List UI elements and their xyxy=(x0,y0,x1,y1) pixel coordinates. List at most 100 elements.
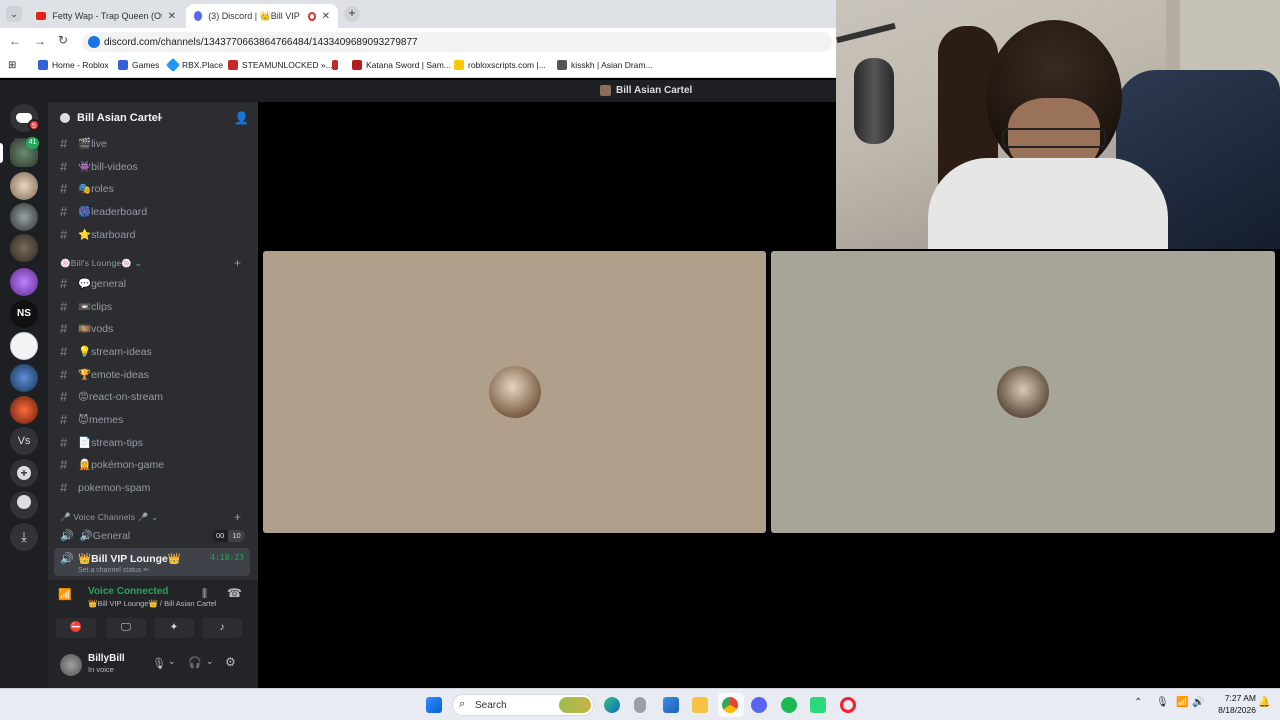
channel-react-on-stream[interactable]: # 😡 react-on-stream xyxy=(60,389,163,404)
close-icon[interactable]: ✕ xyxy=(168,11,176,22)
noise-suppression-icon[interactable]: ⫼ xyxy=(202,588,207,601)
channel-stream-ideas[interactable]: # 💡 stream-ideas xyxy=(60,344,152,359)
discover-button[interactable] xyxy=(10,491,38,519)
avatar[interactable] xyxy=(60,654,82,676)
guild-avatar-4[interactable] xyxy=(10,234,38,262)
tab-discord[interactable]: (3) Discord | 👑Bill VIP Loun ✕ xyxy=(186,4,338,28)
site-info-icon[interactable] xyxy=(88,36,100,48)
create-channel-plus-icon[interactable]: + xyxy=(234,256,241,270)
guild-bill-asian-cartel[interactable]: 41 xyxy=(10,137,39,167)
guild-avatar-5[interactable] xyxy=(10,268,38,296)
bookmark-rbx-place[interactable]: RBX.Place xyxy=(165,57,223,73)
username[interactable]: BillyBill xyxy=(88,653,125,664)
bookmark-blank[interactable] xyxy=(332,60,338,70)
participant-tile-1[interactable] xyxy=(263,251,766,533)
bookmark-kisskh[interactable]: kisskh | Asian Dram... xyxy=(557,60,653,70)
volume-icon[interactable]: 🔊 xyxy=(1192,697,1204,708)
spotify-icon[interactable] xyxy=(781,697,797,713)
guild-avatar-7[interactable] xyxy=(10,332,38,360)
bookmark-robloxscripts[interactable]: robloxscripts.com |... xyxy=(454,60,546,70)
tab-search-button[interactable]: ⌄ xyxy=(6,6,22,22)
hash-icon: # xyxy=(60,389,68,404)
windows-start-icon[interactable] xyxy=(426,697,442,713)
guild-avatar-3[interactable] xyxy=(10,203,38,231)
settings-gear-icon[interactable]: ⚙ xyxy=(225,655,236,669)
microphone-tray-icon[interactable]: 🎙 xyxy=(1156,697,1169,708)
forward-arrow-icon[interactable]: → xyxy=(34,34,46,48)
guild-avatar-9[interactable] xyxy=(10,396,38,424)
chevron-down-icon[interactable]: ⌄ xyxy=(168,656,176,667)
show-hidden-icons-chevron[interactable]: ⌃ xyxy=(1134,697,1142,708)
clock-date[interactable]: 8/18/2026 xyxy=(1210,705,1256,715)
add-server-button[interactable]: + xyxy=(10,459,38,487)
close-icon[interactable]: ✕ xyxy=(322,11,330,22)
taskbar-search-box[interactable]: ⌕ Search xyxy=(452,694,594,716)
new-tab-button[interactable]: + xyxy=(344,6,360,22)
bookmark-steamunlocked[interactable]: STEAMUNLOCKED »... xyxy=(228,60,333,70)
wifi-icon[interactable]: 📶 xyxy=(1176,697,1188,708)
voice-channel-vip-lounge[interactable]: 🔊 👑Bill VIP Lounge👑 4:18:23 Set a channe… xyxy=(54,548,250,576)
soundboard-button[interactable]: ♪ xyxy=(202,618,242,638)
hash-icon: # xyxy=(60,299,68,314)
url-field[interactable]: discord.com/channels/1343770663864766484… xyxy=(82,32,832,52)
signal-icon[interactable]: 📶 xyxy=(58,588,72,601)
create-voice-channel-plus-icon[interactable]: + xyxy=(234,510,241,524)
channel-general[interactable]: # 💬 general xyxy=(60,276,126,291)
discord-home-button[interactable]: 5 xyxy=(10,104,40,132)
voice-connected-subtitle[interactable]: 👑Bill VIP Lounge👑 / Bill Asian Cartel xyxy=(88,599,217,608)
channel-live[interactable]: # 🎬 live xyxy=(60,136,107,151)
voice-connected-title[interactable]: Voice Connected xyxy=(88,586,168,597)
clock-time[interactable]: 7:27 AM xyxy=(1216,693,1256,703)
chrome-icon[interactable] xyxy=(722,697,738,713)
guild-ns[interactable]: NS xyxy=(10,300,38,328)
channel-vods[interactable]: # 🎞️ vods xyxy=(60,321,113,336)
guild-vs[interactable]: Vs xyxy=(10,427,38,455)
microphone-icon[interactable]: 🎙 xyxy=(152,657,166,670)
tab-fetty-wap[interactable]: Fetty Wap - Trap Queen (Officia ✕ xyxy=(28,4,184,28)
channel-bill-videos[interactable]: # 👾 bill-videos xyxy=(60,159,138,174)
download-apps-button[interactable]: ⤓ xyxy=(10,523,38,551)
mouse-app-icon[interactable] xyxy=(634,697,646,713)
invite-people-icon[interactable]: 👤 xyxy=(234,111,249,125)
category-voice-channels[interactable]: 🎤 Voice Channels 🎤 ⌄ xyxy=(60,512,158,523)
server-header[interactable]: Bill Asian Cartel ⌄ 👤 xyxy=(48,102,258,134)
headphones-icon[interactable]: 🎧 xyxy=(188,656,202,669)
hash-icon: # xyxy=(60,367,68,382)
category-bills-lounge[interactable]: 🍥Bill's Lounge🍥 ⌄ xyxy=(60,258,142,269)
edge-icon[interactable] xyxy=(604,697,620,713)
discord-taskbar-icon[interactable] xyxy=(751,697,767,713)
channel-status[interactable]: Set a channel status ✏ xyxy=(78,566,149,574)
hash-icon: # xyxy=(60,276,68,291)
chevron-down-icon[interactable]: ⌄ xyxy=(206,656,214,667)
hash-icon: # xyxy=(60,159,68,174)
notification-badge: 41 xyxy=(26,137,39,149)
channel-pokemon-spam[interactable]: # pokemon-spam xyxy=(60,480,150,495)
channel-leaderboard[interactable]: # 🎆 leaderboard xyxy=(60,204,147,219)
channel-emote-ideas[interactable]: # 🏆 emote-ideas xyxy=(60,367,149,382)
guild-avatar-8[interactable] xyxy=(10,364,38,392)
opera-icon[interactable] xyxy=(840,697,856,713)
apps-grid-icon[interactable]: ⊞ xyxy=(8,60,16,71)
channel-memes[interactable]: # 😈 memes xyxy=(60,412,123,427)
disconnect-icon[interactable]: ☎ xyxy=(227,586,242,600)
participant-tile-2[interactable] xyxy=(771,251,1275,533)
channel-pokemon-game[interactable]: # 🧝 pokémon-game xyxy=(60,457,164,472)
channel-clips[interactable]: # 📼 clips xyxy=(60,299,112,314)
notification-bell-icon[interactable]: 🔔 xyxy=(1258,697,1270,708)
camera-toggle-button[interactable]: ⛔ xyxy=(56,618,96,638)
screen-share-button[interactable]: 🖵 xyxy=(106,618,146,638)
channel-roles[interactable]: # 🎭 roles xyxy=(60,181,114,196)
bookmark-katana-sword[interactable]: Katana Sword | Sam... xyxy=(352,60,451,70)
channel-stream-tips[interactable]: # 📄 stream-tips xyxy=(60,435,143,450)
photos-icon[interactable] xyxy=(663,697,679,713)
bookmark-home-roblox[interactable]: Home - Roblox xyxy=(38,60,109,70)
file-explorer-icon[interactable] xyxy=(692,697,708,713)
bookmark-games[interactable]: Games xyxy=(118,60,159,70)
back-arrow-icon[interactable]: ← xyxy=(9,34,21,48)
guild-avatar-2[interactable] xyxy=(10,172,38,200)
reload-icon[interactable]: ↻ xyxy=(58,33,68,47)
game-app-icon[interactable] xyxy=(810,697,826,713)
channel-starboard[interactable]: # ⭐ starboard xyxy=(60,227,135,242)
red-site-icon xyxy=(332,60,338,70)
activities-button[interactable]: ✦ xyxy=(154,618,194,638)
